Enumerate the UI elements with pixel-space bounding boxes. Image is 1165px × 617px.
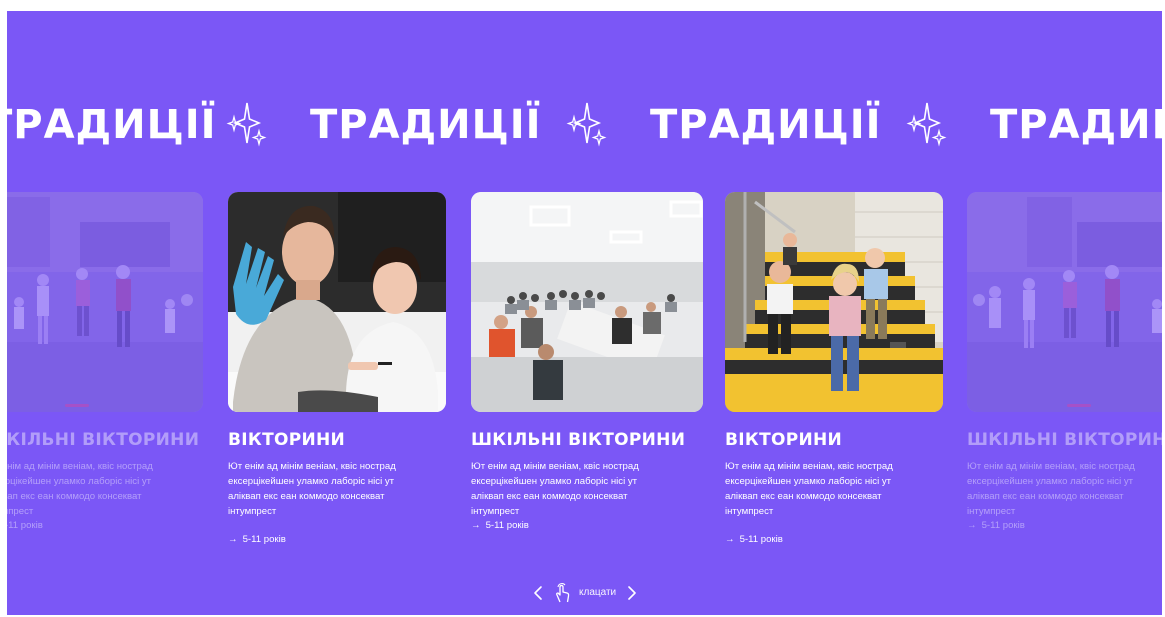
sparkle-stars-icon bbox=[566, 102, 607, 147]
card-age-label: 5-11 років bbox=[739, 534, 783, 545]
card-age: →5-11 років bbox=[7, 520, 43, 531]
card-description: Ют енім ад мінім веніам, квіс нострад ек… bbox=[7, 461, 153, 517]
marquee-word: ТРАДИЦІЇ bbox=[650, 102, 882, 148]
card-description: Ют енім ад мінім веніам, квіс нострад ек… bbox=[228, 461, 396, 517]
sparkle-stars-icon bbox=[226, 102, 267, 147]
card-age: → 5-11 років bbox=[471, 520, 529, 531]
arrow-right-icon: → bbox=[228, 534, 238, 545]
card-age-label: 5-11 років bbox=[485, 520, 529, 531]
sparkle-stars-icon bbox=[906, 102, 947, 147]
card-title: ВІКТОРИНИ bbox=[725, 430, 843, 450]
marquee-word: ТРАДИЦІЇ bbox=[7, 102, 217, 148]
card-photo-teacher-and-girl bbox=[228, 192, 446, 412]
nav-hint-label: клацати bbox=[579, 587, 617, 598]
card-photo-playground bbox=[967, 192, 1162, 412]
card-description: Ют енім ад мінім веніам, квіс нострад ек… bbox=[967, 461, 1135, 517]
card-age-label: 5-11 років bbox=[981, 520, 1025, 531]
card-age: → 5-11 років bbox=[228, 534, 286, 545]
carousel-navigation: клацати bbox=[530, 581, 640, 605]
card-description: Ют енім ад мінім веніам, квіс нострад ек… bbox=[725, 461, 893, 517]
traditions-marquee: ТРАДИЦІЇ ТРАДИЦІЇ ТРАДИЦІЇ ТРАДИЦІЇ bbox=[7, 95, 1162, 155]
arrow-right-icon: → bbox=[725, 534, 735, 545]
card-photo-playground bbox=[7, 192, 203, 412]
card-photo-kids-on-stairs bbox=[725, 192, 943, 412]
card-description: Ют енім ад мінім веніам, квіс нострад ек… bbox=[471, 461, 639, 517]
card-age: → 5-11 років bbox=[967, 520, 1025, 531]
marquee-word: ТРАДИЦІЇ bbox=[310, 102, 542, 148]
tap-hand-icon bbox=[556, 583, 570, 603]
chevron-left-icon[interactable] bbox=[530, 584, 546, 602]
card-title: ШКІЛЬНІ ВІКТОРИНИ bbox=[7, 430, 200, 450]
card-title: ШКІЛЬНІ ВІКТОРИНИ bbox=[967, 430, 1162, 450]
card-photo-classroom bbox=[471, 192, 703, 412]
marquee-word: ТРАДИЦІЇ bbox=[990, 102, 1162, 148]
card-age: → 5-11 років bbox=[725, 534, 783, 545]
card-title: ВІКТОРИНИ bbox=[228, 430, 346, 450]
card-age-label: 5-11 років bbox=[7, 520, 43, 531]
traditions-section: ТРАДИЦІЇ ТРАДИЦІЇ ТРАДИЦІЇ ТРАДИЦІЇ bbox=[7, 11, 1162, 615]
card-age-label: 5-11 років bbox=[242, 534, 286, 545]
arrow-right-icon: → bbox=[967, 520, 977, 531]
chevron-right-icon[interactable] bbox=[624, 584, 640, 602]
arrow-right-icon: → bbox=[471, 520, 481, 531]
card-title: ШКІЛЬНІ ВІКТОРИНИ bbox=[471, 430, 686, 450]
